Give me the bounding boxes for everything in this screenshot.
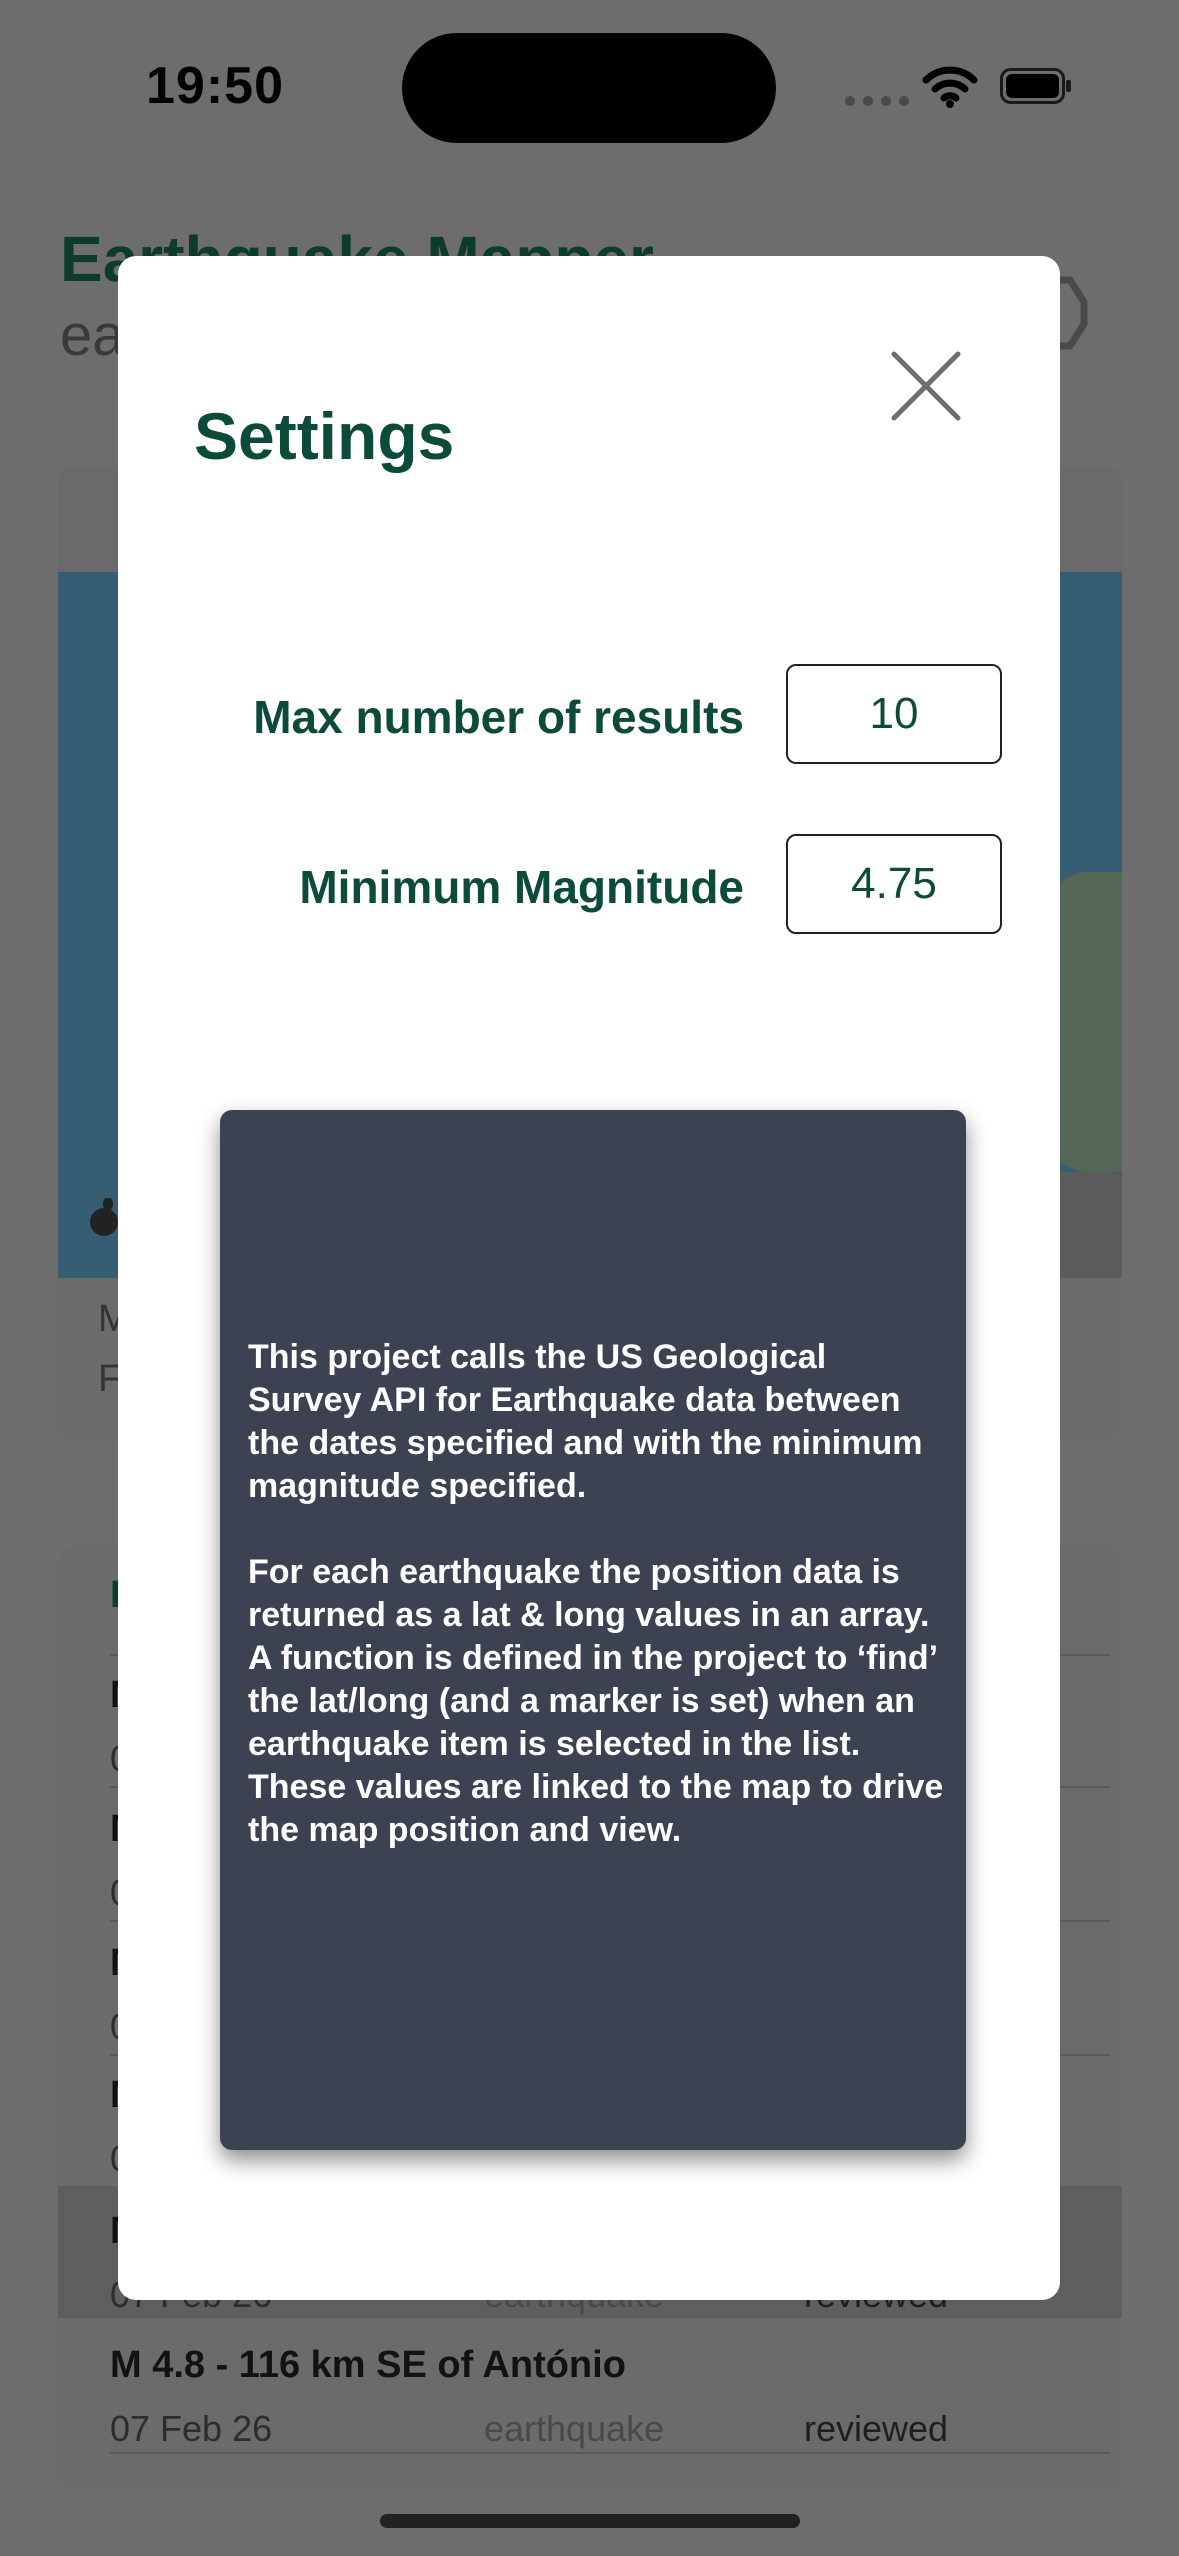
max-results-input[interactable] (786, 664, 1002, 764)
min-magnitude-label: Minimum Magnitude (299, 861, 744, 913)
info-panel: This project calls the US Geological Sur… (220, 1110, 966, 2150)
earthquake-date: 07 Feb 26 (110, 2408, 273, 2449)
list-divider (110, 2452, 1110, 2454)
earthquake-status: reviewed (804, 2408, 949, 2449)
dynamic-island (402, 33, 776, 143)
earthquake-type: earthquake (484, 2408, 665, 2449)
min-magnitude-input[interactable] (786, 834, 1002, 934)
settings-modal: Settings Max number of results Minimum M… (118, 256, 1060, 2300)
wifi-icon (922, 66, 978, 108)
battery-icon (1000, 68, 1071, 104)
cellular-signal-icon (845, 92, 909, 108)
status-time: 19:50 (146, 57, 284, 115)
app-subtitle: ea (60, 303, 125, 368)
info-paragraph-1: This project calls the US Geological Sur… (248, 1338, 923, 1505)
settings-title: Settings (194, 399, 455, 473)
info-text: This project calls the US Geological Sur… (248, 1336, 948, 1852)
max-results-label: Max number of results (253, 691, 744, 743)
close-icon (891, 351, 961, 421)
info-paragraph-2: For each earthquake the position data is… (248, 1553, 944, 1849)
apple-maps-logo-icon (90, 1198, 118, 1236)
close-button[interactable] (886, 346, 966, 426)
earthquake-title: M 4.8 - 116 km SE of António (110, 2344, 626, 2386)
list-item[interactable]: M 4.8 - 116 km SE of António 07 Feb 26 e… (110, 2332, 1110, 2464)
home-indicator (380, 2514, 800, 2528)
